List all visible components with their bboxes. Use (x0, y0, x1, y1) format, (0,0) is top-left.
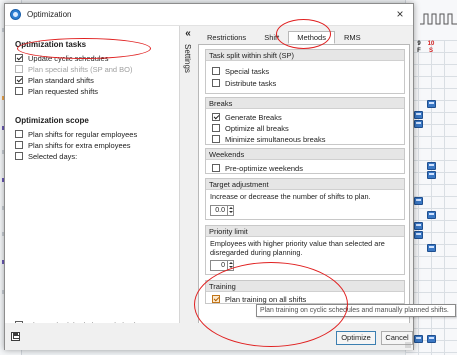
breaks-header: Breaks (206, 98, 404, 109)
training-tooltip: Plan training on cyclic schedules and ma… (256, 304, 456, 317)
pre-optimize-weekends-label: Pre-optimize weekends (225, 163, 303, 173)
target-adjustment-stepper[interactable]: 0.0 (210, 205, 234, 216)
collapse-panel-button[interactable]: « (181, 29, 195, 41)
distribute-tasks-label: Distribute tasks (225, 78, 277, 88)
settings-tabs: Restrictions Shift Methods RMS (198, 31, 370, 45)
plan-special-shifts-checkbox (15, 65, 23, 73)
target-adjustment-value: 0.0 (215, 207, 225, 214)
generate-breaks-checkbox[interactable] (212, 113, 220, 121)
background-shift-chart (420, 13, 457, 25)
plan-extra-employees-option[interactable]: Plan shifts for extra employees (15, 140, 131, 150)
minimize-simultaneous-breaks-checkbox[interactable] (212, 135, 220, 143)
left-settings-panel: Optimization tasks Update cyclic schedul… (5, 26, 180, 330)
background-day-9: 9F (417, 41, 421, 54)
schedule-icon[interactable] (427, 211, 436, 219)
generate-breaks-label: Generate Breaks (225, 112, 282, 122)
update-cyclic-schedules-option[interactable]: Update cyclic schedules (15, 53, 108, 63)
close-button[interactable]: × (393, 7, 407, 21)
training-group: Training Plan training on all shifts (205, 280, 405, 304)
stepper-arrows-icon[interactable] (227, 261, 233, 270)
schedule-icon[interactable] (427, 162, 436, 170)
settings-sidebar-label[interactable]: Settings (181, 44, 195, 84)
tab-rms[interactable]: RMS (335, 31, 370, 44)
methods-panel: Task split within shift (SP) Special tas… (198, 44, 410, 326)
plan-standard-shifts-option[interactable]: Plan standard shifts (15, 75, 94, 85)
distribute-tasks-checkbox[interactable] (212, 79, 220, 87)
tab-methods[interactable]: Methods (288, 31, 335, 44)
schedule-icon[interactable] (414, 335, 423, 343)
target-adjustment-header: Target adjustment (206, 179, 404, 190)
optimization-tasks-title: Optimization tasks (15, 40, 87, 49)
plan-requested-shifts-checkbox[interactable] (15, 87, 23, 95)
save-icon[interactable] (11, 332, 20, 341)
priority-limit-description-line1: Employees with higher priority value tha… (210, 239, 385, 248)
title-bar: Optimization × (5, 4, 413, 26)
optimize-button[interactable]: Optimize (336, 331, 376, 345)
plan-special-shifts-option: Plan special shifts (SP and BO) (15, 64, 133, 74)
generate-breaks-option[interactable]: Generate Breaks (212, 112, 282, 122)
schedule-icon[interactable] (427, 171, 436, 179)
plan-standard-shifts-checkbox[interactable] (15, 76, 23, 84)
schedule-icon[interactable] (427, 100, 436, 108)
plan-standard-shifts-label: Plan standard shifts (28, 75, 94, 85)
schedule-icon[interactable] (414, 120, 423, 128)
weekends-group: Weekends Pre-optimize weekends (205, 148, 405, 174)
priority-limit-stepper[interactable]: 0 (210, 260, 234, 271)
plan-regular-employees-label: Plan shifts for regular employees (28, 129, 138, 139)
plan-regular-employees-checkbox[interactable] (15, 130, 23, 138)
optimize-all-breaks-checkbox[interactable] (212, 124, 220, 132)
special-tasks-label: Special tasks (225, 66, 270, 76)
priority-limit-header: Priority limit (206, 226, 404, 237)
plan-special-shifts-label: Plan special shifts (SP and BO) (28, 64, 133, 74)
stepper-arrows-icon[interactable] (227, 206, 233, 215)
minimize-simultaneous-breaks-option[interactable]: Minimize simultaneous breaks (212, 134, 325, 144)
priority-limit-value: 0 (221, 262, 225, 269)
target-adjustment-description: Increase or decrease the number of shift… (210, 192, 371, 201)
update-cyclic-schedules-label: Update cyclic schedules (28, 53, 109, 63)
resize-grip-icon[interactable] (405, 342, 411, 348)
plan-requested-shifts-label: Plan requested shifts (28, 86, 99, 96)
priority-limit-group: Priority limit Employees with higher pri… (205, 225, 405, 275)
tab-shift[interactable]: Shift (255, 31, 288, 44)
schedule-icon[interactable] (414, 222, 423, 230)
plan-extra-employees-checkbox[interactable] (15, 141, 23, 149)
schedule-icon[interactable] (427, 335, 436, 343)
optimization-dialog: Optimization × Optimization tasks Update… (4, 3, 414, 350)
selected-days-checkbox[interactable] (15, 152, 23, 160)
distribute-tasks-option[interactable]: Distribute tasks (212, 78, 276, 88)
selected-days-label: Selected days: (28, 151, 78, 161)
plan-requested-shifts-option[interactable]: Plan requested shifts (15, 86, 98, 96)
special-tasks-checkbox[interactable] (212, 67, 220, 75)
schedule-icon[interactable] (427, 244, 436, 252)
plan-extra-employees-label: Plan shifts for extra employees (28, 140, 131, 150)
optimization-scope-title: Optimization scope (15, 116, 89, 125)
schedule-icon[interactable] (414, 231, 423, 239)
breaks-group: Breaks Generate Breaks Optimize all brea… (205, 97, 405, 145)
update-cyclic-schedules-checkbox[interactable] (15, 54, 23, 62)
task-split-group: Task split within shift (SP) Special tas… (205, 49, 405, 94)
task-split-header: Task split within shift (SP) (206, 50, 404, 61)
plan-training-label: Plan training on all shifts (225, 294, 307, 304)
weekends-header: Weekends (206, 149, 404, 160)
plan-regular-employees-option[interactable]: Plan shifts for regular employees (15, 129, 137, 139)
target-adjustment-group: Target adjustment Increase or decrease t… (205, 178, 405, 220)
priority-limit-description-line2: disregarded during planning. (210, 248, 303, 257)
optimization-app-icon (10, 9, 21, 20)
training-header: Training (206, 281, 404, 292)
background-day-10: 10 S (427, 41, 435, 54)
special-tasks-option[interactable]: Special tasks (212, 66, 269, 76)
dialog-footer: Optimize Cancel (5, 323, 413, 350)
plan-training-option[interactable]: Plan training on all shifts (212, 294, 306, 304)
selected-days-option[interactable]: Selected days: (15, 151, 77, 161)
tab-restrictions[interactable]: Restrictions (198, 31, 255, 44)
minimize-simultaneous-breaks-label: Minimize simultaneous breaks (225, 134, 326, 144)
pre-optimize-weekends-option[interactable]: Pre-optimize weekends (212, 163, 303, 173)
schedule-icon[interactable] (414, 111, 423, 119)
plan-training-checkbox[interactable] (212, 295, 220, 303)
schedule-icon[interactable] (414, 197, 423, 205)
pre-optimize-weekends-checkbox[interactable] (212, 164, 220, 172)
optimize-all-breaks-option[interactable]: Optimize all breaks (212, 123, 289, 133)
optimize-all-breaks-label: Optimize all breaks (225, 123, 289, 133)
dialog-title: Optimization (27, 10, 72, 19)
